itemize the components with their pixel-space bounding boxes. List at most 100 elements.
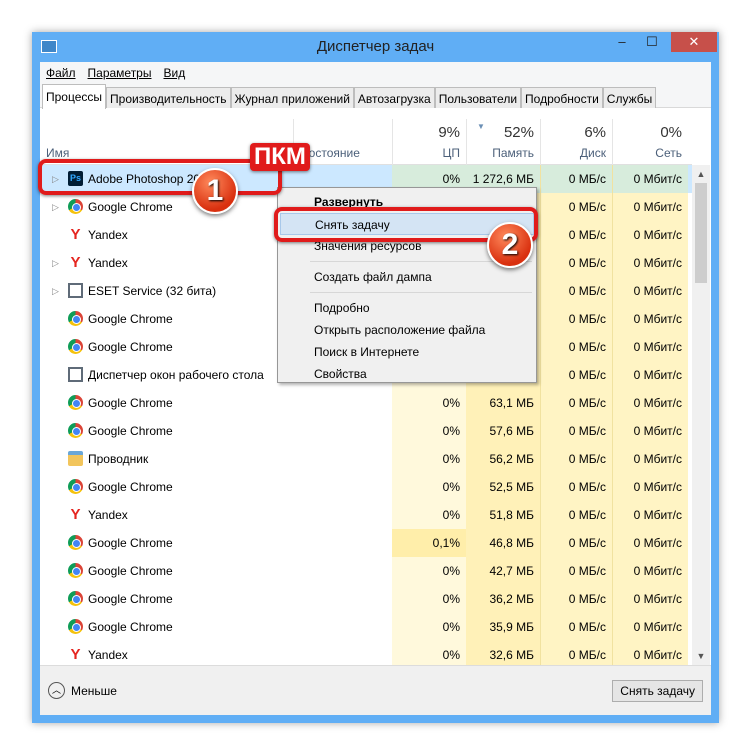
menu-file[interactable]: Файл xyxy=(46,66,76,80)
context-menu-item[interactable]: Открыть расположение файла xyxy=(280,319,534,341)
chrome-icon xyxy=(68,395,83,410)
tab-1[interactable]: Производительность xyxy=(106,87,231,108)
network-value: 0 Мбит/с xyxy=(612,501,688,529)
network-value: 0 Мбит/с xyxy=(612,417,688,445)
memory-value: 46,8 МБ xyxy=(466,529,540,557)
disk-value: 0 МБ/с xyxy=(540,445,612,473)
maximize-button[interactable]: ☐ xyxy=(638,32,666,52)
table-row[interactable]: Y Yandex 0% 51,8 МБ 0 МБ/с 0 Мбит/с xyxy=(40,501,692,529)
network-value: 0 Мбит/с xyxy=(612,389,688,417)
column-disk[interactable]: 6% Диск xyxy=(540,119,612,165)
cpu-value: 0% xyxy=(392,557,466,585)
process-name: Google Chrome xyxy=(88,536,173,550)
process-name: Google Chrome xyxy=(88,340,173,354)
cpu-value: 0% xyxy=(392,585,466,613)
process-name: Google Chrome xyxy=(88,312,173,326)
table-row[interactable]: Google Chrome 0% 35,9 МБ 0 МБ/с 0 Мбит/с xyxy=(40,613,692,641)
annotation-step-2: 2 xyxy=(487,222,533,268)
table-row[interactable]: Google Chrome 0% 52,5 МБ 0 МБ/с 0 Мбит/с xyxy=(40,473,692,501)
network-value: 0 Мбит/с xyxy=(612,277,688,305)
scroll-up-icon[interactable]: ▲ xyxy=(692,169,710,179)
footer-bar: ︿ Меньше Снять задачу xyxy=(40,665,711,715)
expand-arrow-icon[interactable]: ▷ xyxy=(52,249,59,277)
table-row[interactable]: Проводник 0% 56,2 МБ 0 МБ/с 0 Мбит/с xyxy=(40,445,692,473)
fewer-details-button[interactable]: ︿ Меньше xyxy=(48,682,117,699)
table-row[interactable]: Google Chrome 0% 42,7 МБ 0 МБ/с 0 Мбит/с xyxy=(40,557,692,585)
memory-value: 52,5 МБ xyxy=(466,473,540,501)
network-value: 0 Мбит/с xyxy=(612,445,688,473)
menu-view[interactable]: Вид xyxy=(163,66,185,80)
chrome-icon xyxy=(68,535,83,550)
process-name: Google Chrome xyxy=(88,424,173,438)
network-value: 0 Мбит/с xyxy=(612,361,688,389)
table-row[interactable]: Google Chrome 0% 57,6 МБ 0 МБ/с 0 Мбит/с xyxy=(40,417,692,445)
disk-value: 0 МБ/с xyxy=(540,277,612,305)
menu-options[interactable]: Параметры xyxy=(88,66,152,80)
disk-value: 0 МБ/с xyxy=(540,249,612,277)
table-row[interactable]: Google Chrome 0,1% 46,8 МБ 0 МБ/с 0 Мбит/с xyxy=(40,529,692,557)
disk-value: 0 МБ/с xyxy=(540,473,612,501)
context-menu-item[interactable]: Подробно xyxy=(280,297,534,319)
cpu-value: 0% xyxy=(392,501,466,529)
disk-value: 0 МБ/с xyxy=(540,417,612,445)
chrome-icon xyxy=(68,619,83,634)
minimize-button[interactable]: – xyxy=(608,32,636,52)
disk-value: 0 МБ/с xyxy=(540,165,612,193)
chrome-icon xyxy=(68,563,83,578)
end-task-button[interactable]: Снять задачу xyxy=(612,680,703,702)
menu-bar: Файл Параметры Вид xyxy=(40,62,711,84)
disk-value: 0 МБ/с xyxy=(540,305,612,333)
disk-value: 0 МБ/с xyxy=(540,389,612,417)
memory-value: 42,7 МБ xyxy=(466,557,540,585)
memory-value: 57,6 МБ xyxy=(466,417,540,445)
table-row[interactable]: Google Chrome 0% 63,1 МБ 0 МБ/с 0 Мбит/с xyxy=(40,389,692,417)
yandex-icon: Y xyxy=(70,226,81,243)
network-value: 0 Мбит/с xyxy=(612,165,688,193)
column-network[interactable]: 0% Сеть xyxy=(612,119,688,165)
expand-arrow-icon[interactable]: ▷ xyxy=(52,193,59,221)
network-value: 0 Мбит/с xyxy=(612,585,688,613)
disk-value: 0 МБ/с xyxy=(540,613,612,641)
context-menu-item[interactable]: Создать файл дампа xyxy=(280,266,534,288)
column-cpu[interactable]: 9% ЦП xyxy=(392,119,466,165)
close-button[interactable]: ✕ xyxy=(671,32,717,52)
memory-value: 36,2 МБ xyxy=(466,585,540,613)
chrome-icon xyxy=(68,311,83,326)
tab-5[interactable]: Подробности xyxy=(521,87,603,108)
expand-arrow-icon[interactable]: ▷ xyxy=(52,277,59,305)
chrome-icon xyxy=(68,423,83,438)
scrollbar-thumb[interactable] xyxy=(695,183,707,283)
cpu-value: 0% xyxy=(392,613,466,641)
tab-6[interactable]: Службы xyxy=(602,87,657,108)
scrollbar[interactable]: ▲ ▼ xyxy=(692,165,710,665)
process-name: ESET Service (32 бита) xyxy=(88,284,217,298)
scroll-down-icon[interactable]: ▼ xyxy=(692,651,710,661)
tab-3[interactable]: Автозагрузка xyxy=(353,87,435,108)
chrome-icon xyxy=(68,339,83,354)
context-menu-item[interactable]: Свойства xyxy=(280,363,534,385)
process-name: Google Chrome xyxy=(88,396,173,410)
process-name: Диспетчер окон рабочего стола xyxy=(88,368,264,382)
network-value: 0 Мбит/с xyxy=(612,193,688,221)
tab-0[interactable]: Процессы xyxy=(42,84,107,109)
yandex-icon: Y xyxy=(70,646,81,663)
menu-separator xyxy=(310,292,532,293)
network-value: 0 Мбит/с xyxy=(612,221,688,249)
memory-value: 51,8 МБ xyxy=(466,501,540,529)
app-icon xyxy=(68,367,83,382)
context-menu-item[interactable]: Поиск в Интернете xyxy=(280,341,534,363)
chrome-icon xyxy=(68,479,83,494)
disk-value: 0 МБ/с xyxy=(540,333,612,361)
cpu-value: 0% xyxy=(392,417,466,445)
table-row[interactable]: Google Chrome 0% 36,2 МБ 0 МБ/с 0 Мбит/с xyxy=(40,585,692,613)
disk-value: 0 МБ/с xyxy=(540,585,612,613)
network-value: 0 Мбит/с xyxy=(612,557,688,585)
tab-4[interactable]: Пользователи xyxy=(434,87,522,108)
column-memory[interactable]: ▼ 52% Память xyxy=(466,119,540,165)
annotation-right-click-label: ПКМ xyxy=(250,143,310,171)
tab-2[interactable]: Журнал приложений xyxy=(230,87,354,108)
tab-bar: Процессы Производительность Журнал приложе… xyxy=(40,84,711,109)
network-value: 0 Мбит/с xyxy=(612,613,688,641)
memory-value: 35,9 МБ xyxy=(466,613,540,641)
disk-value: 0 МБ/с xyxy=(540,193,612,221)
